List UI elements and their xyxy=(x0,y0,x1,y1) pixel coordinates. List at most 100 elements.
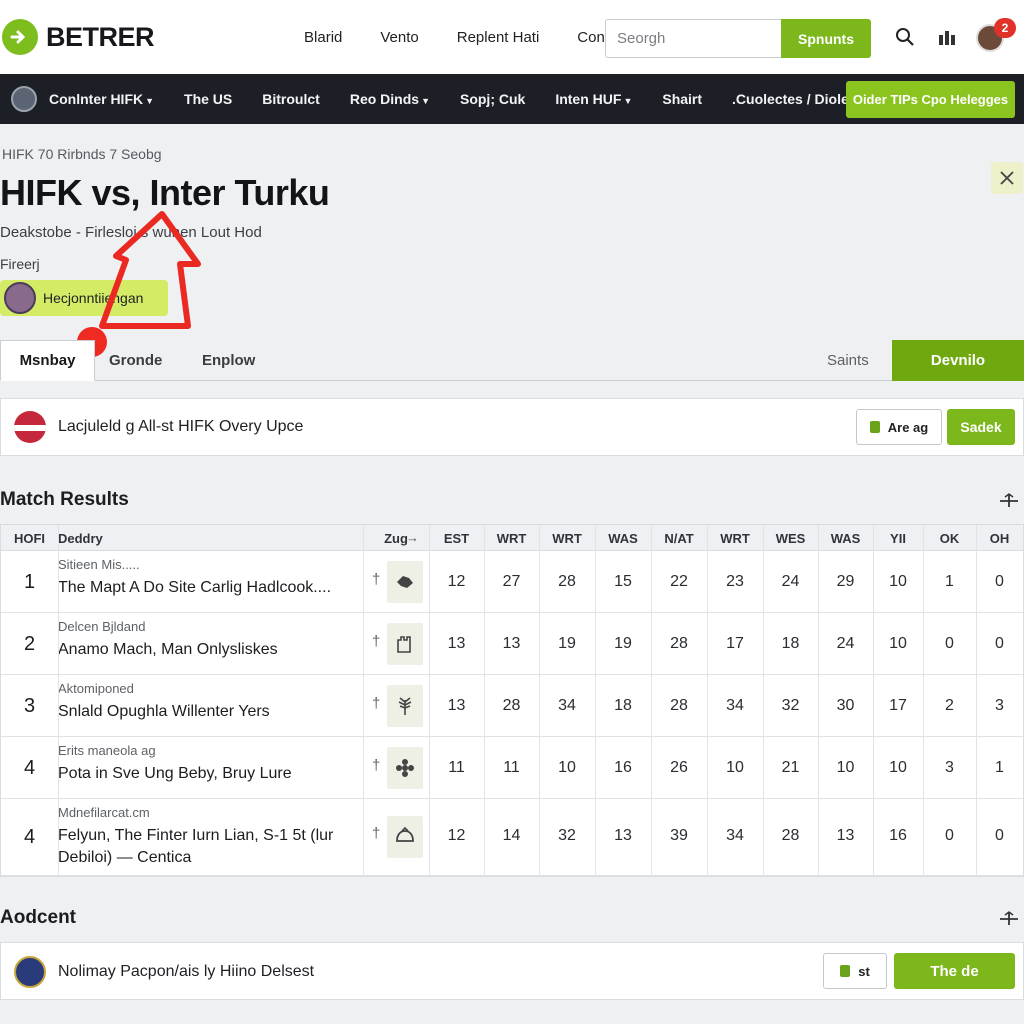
row-value: 10 xyxy=(558,759,576,776)
are-ag-button[interactable]: Are ag xyxy=(856,409,942,445)
club-crest-icon[interactable] xyxy=(11,86,37,112)
nav-item-conlnter-hifk[interactable]: Conlnter HIFK ▼ xyxy=(49,91,154,107)
column-header[interactable]: Deddry xyxy=(58,525,363,551)
nav-item-shairt[interactable]: Shairt xyxy=(662,91,702,107)
row-marker: † xyxy=(372,571,381,588)
row-marker: † xyxy=(372,695,381,712)
tag-icon xyxy=(840,965,851,977)
notification-badge[interactable]: 2 xyxy=(994,18,1016,38)
column-header[interactable]: WAS xyxy=(595,525,651,551)
badge-icon xyxy=(387,561,423,603)
st-label: st xyxy=(858,963,870,979)
row-subtitle: Aktomiponed xyxy=(58,681,134,696)
tab-msnbay[interactable]: Msnbay xyxy=(0,340,95,381)
st-button[interactable]: st xyxy=(823,953,887,989)
promo-banner: Lacjuleld g All-st HIFK Overy Upce Are a… xyxy=(0,398,1024,456)
row-value: 0 xyxy=(995,827,1004,844)
row-subtitle: Delcen Bjldand xyxy=(58,619,146,634)
top-nav-item[interactable]: Blarid xyxy=(304,29,342,46)
table-row[interactable]: 4 Erits maneola ag Pota in Sve Ung Beby, B… xyxy=(1,737,1023,799)
search-input[interactable] xyxy=(605,19,781,58)
tips-cta-button[interactable]: Oider TIPs Cpo Helegges xyxy=(846,81,1015,118)
column-divider xyxy=(484,525,485,876)
nav-item-inten-huf[interactable]: Inten HUF ▼ xyxy=(555,91,632,107)
row-value: 16 xyxy=(614,759,632,776)
row-value: 10 xyxy=(836,759,855,776)
column-divider xyxy=(58,525,59,876)
castle-icon xyxy=(387,623,423,665)
search-button[interactable]: Spnunts xyxy=(781,19,871,58)
row-value: 13 xyxy=(447,697,466,714)
column-header[interactable]: EST xyxy=(429,525,484,551)
row-value: 12 xyxy=(447,827,466,844)
column-header[interactable]: WRT xyxy=(539,525,595,551)
row-subtitle: Erits maneola ag xyxy=(58,743,156,758)
banner-text: Lacjuleld g All-st HIFK Overy Upce xyxy=(58,418,304,435)
saints-link[interactable]: Saints xyxy=(827,340,869,381)
row-name[interactable]: The Mapt A Do Site Carlig Hadlcook.... xyxy=(58,577,358,599)
column-header[interactable]: OK xyxy=(923,525,976,551)
adcent-text: Nolimay Pacpon/ais ly Hiino Delsest xyxy=(58,963,315,980)
row-rank: 2 xyxy=(23,632,36,655)
grid-icon[interactable] xyxy=(937,29,957,47)
row-value: 17 xyxy=(726,635,744,652)
chevron-down-icon: ▼ xyxy=(421,96,430,106)
column-header[interactable]: HOFI xyxy=(1,525,58,551)
column-header[interactable]: N/AT xyxy=(651,525,707,551)
row-value: 11 xyxy=(503,759,520,776)
logo-arrow-icon xyxy=(2,19,38,55)
row-value: 28 xyxy=(558,573,576,590)
column-header[interactable]: WAS xyxy=(818,525,873,551)
logo-text: BETRER xyxy=(46,21,155,52)
nav-item-bitroulct[interactable]: Bitroulct xyxy=(262,91,320,107)
column-header[interactable]: YII xyxy=(873,525,923,551)
column-divider xyxy=(763,525,764,876)
row-value: 32 xyxy=(781,697,800,714)
column-header[interactable]: OH xyxy=(976,525,1023,551)
chevron-down-icon: ▼ xyxy=(623,96,633,106)
the-de-button[interactable]: The de xyxy=(894,953,1015,989)
table-row[interactable]: 2 Delcen Bjldand Anamo Mach, Man Onlyslisk… xyxy=(1,613,1023,675)
tab-enplow[interactable]: Enplow xyxy=(202,340,255,381)
row-value: 0 xyxy=(995,573,1004,590)
row-value: 28 xyxy=(502,697,521,714)
row-value: 0 xyxy=(995,635,1004,652)
site-logo[interactable]: BETRER xyxy=(2,19,155,55)
tag-icon xyxy=(869,421,880,433)
close-button[interactable] xyxy=(991,162,1023,194)
search-icon[interactable] xyxy=(895,27,915,47)
table-row[interactable]: 3 Aktomiponed Snlald Opughla Willenter Yer… xyxy=(1,675,1023,737)
nav-item-label: Inten HUF xyxy=(555,91,622,107)
table-row[interactable]: 1 Sitieen Mis..... The Mapt A Do Site Carl… xyxy=(1,551,1023,613)
row-value: 10 xyxy=(889,635,907,652)
row-name[interactable]: Anamo Mach, Man Onlysliskes xyxy=(58,639,358,661)
row-rank: 4 xyxy=(23,756,36,779)
nav-item-the-us[interactable]: The US xyxy=(184,91,232,107)
sort-arrow-icon[interactable]: → xyxy=(406,530,419,545)
column-header[interactable]: WRT xyxy=(707,525,763,551)
nav-item-reo-dinds[interactable]: Reo Dinds ▼ xyxy=(350,91,430,107)
collapse-icon[interactable] xyxy=(998,911,1020,927)
row-value: 13 xyxy=(614,827,632,844)
search-bar: Spnunts xyxy=(605,19,871,58)
tab-gronde[interactable]: Gronde xyxy=(109,340,162,381)
top-nav-item[interactable]: Vento xyxy=(380,29,418,46)
devnilo-button[interactable]: Devnilo xyxy=(892,340,1024,381)
row-value: 17 xyxy=(889,697,907,714)
row-rank: 1 xyxy=(23,570,36,593)
nav-item-sopj-cuk[interactable]: Sopj; Cuk xyxy=(460,91,525,107)
column-header[interactable]: WRT xyxy=(484,525,539,551)
collapse-icon[interactable] xyxy=(998,493,1020,509)
sadek-button[interactable]: Sadek xyxy=(947,409,1015,445)
row-value: 3 xyxy=(945,759,954,776)
table-row[interactable]: 4 Mdnefilarcat.cm Felyun, The Finter Iurn … xyxy=(1,799,1023,876)
column-header[interactable]: Zug xyxy=(363,525,429,551)
row-name[interactable]: Snlald Opughla Willenter Yers xyxy=(58,701,358,723)
row-name[interactable]: Felyun, The Finter Iurn Lian, S-1 5t (lu… xyxy=(58,825,358,869)
row-value: 32 xyxy=(558,827,576,844)
column-header[interactable]: WES xyxy=(763,525,818,551)
row-name[interactable]: Pota in Sve Ung Beby, Bruy Lure xyxy=(58,763,358,785)
top-header: BETRER Blarid Vento Replent Hati Conutr … xyxy=(0,0,1024,74)
top-nav-item[interactable]: Replent Hati xyxy=(457,29,540,46)
nav-item-cuolectes[interactable]: .Cuolectes / Diole xyxy=(732,91,849,107)
